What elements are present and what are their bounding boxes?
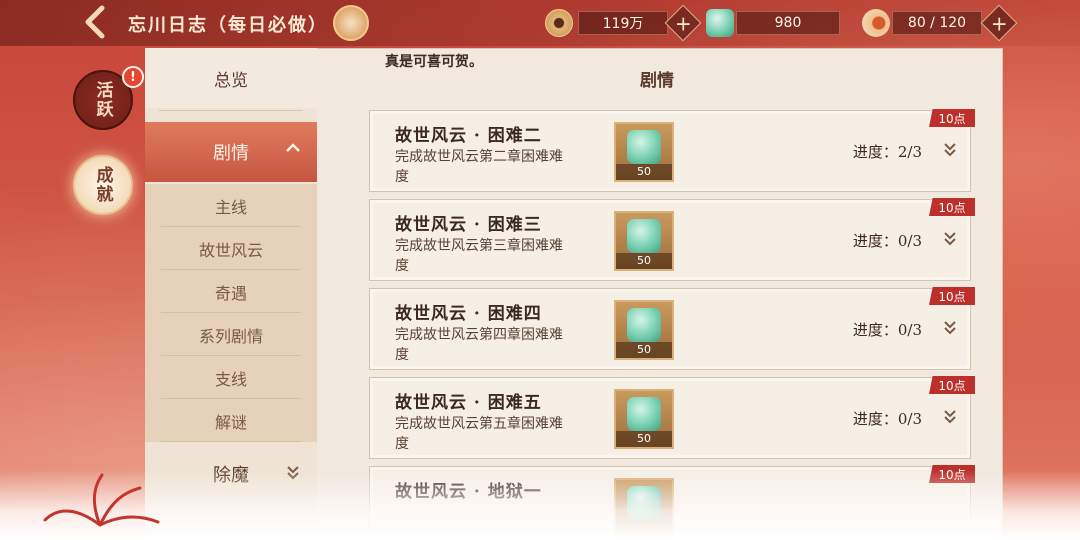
coin-icon [545, 9, 573, 37]
quest-progress: 进度：2/3 [852, 143, 922, 161]
section-title: 剧情 [640, 71, 674, 91]
points-badge: 10点 [929, 109, 975, 127]
double-chevron-down-icon[interactable] [942, 230, 958, 246]
quest-card[interactable]: 故世风云 · 困难二 完成故世风云第二章困难难度 50 进度：2/3 10点 [369, 109, 975, 192]
quest-description: 完成故世风云第五章困难难度 [395, 416, 563, 452]
double-chevron-down-icon[interactable] [942, 408, 958, 424]
double-chevron-down-icon[interactable] [942, 319, 958, 335]
nav-story[interactable]: 剧情 [145, 122, 317, 182]
lotus-decoration-icon [43, 473, 160, 527]
page-title: 忘川日志（每日必做） [128, 15, 328, 36]
quest-card[interactable]: 故世风云 · 困难五 完成故世风云第五章困难难度 50 进度：0/3 10点 [369, 376, 975, 459]
category-sidebar: 总览 剧情 主线 故世风云 奇遇 系列剧情 支线 解谜 除魔 [145, 48, 317, 540]
points-badge: 10点 [929, 376, 975, 394]
banner-text: 真是可喜可贺。 [385, 54, 483, 70]
jade-icon [706, 9, 734, 37]
reward-count: 50 [616, 342, 672, 358]
nav-exorcise[interactable]: 除魔 [145, 446, 317, 502]
quest-title: 故世风云 · 地狱一 [395, 482, 542, 502]
reward-count: 50 [616, 431, 672, 447]
quest-card[interactable]: 故世风云 · 困难四 完成故世风云第四章困难难度 50 进度：0/3 10点 [369, 287, 975, 370]
divider [159, 110, 303, 111]
reward-item[interactable]: 50 [614, 122, 674, 182]
jade-icon [627, 397, 661, 431]
tab-achievement[interactable]: 成就 [73, 155, 133, 215]
points-badge: 10点 [929, 287, 975, 305]
quest-title: 故世风云 · 困难三 [395, 215, 542, 235]
subnav-side[interactable]: 支线 [145, 356, 317, 399]
currency-value: 119万 [578, 11, 668, 35]
double-chevron-down-icon [287, 466, 299, 480]
back-arrow-icon [85, 5, 105, 39]
stamina-value: 80 / 120 [892, 11, 982, 35]
quest-progress: 进度：0/3 [852, 321, 922, 339]
jade-icon [627, 308, 661, 342]
stamina-icon [862, 9, 890, 37]
chevron-up-icon [286, 143, 300, 152]
reward-item[interactable]: 50 [614, 300, 674, 360]
reward-item[interactable] [614, 478, 674, 538]
nav-story-label: 剧情 [213, 143, 249, 164]
quest-description: 完成故世风云第四章困难难度 [395, 327, 563, 363]
gift-icon[interactable] [333, 5, 369, 41]
double-chevron-down-icon[interactable] [942, 141, 958, 157]
subnav-encounter[interactable]: 奇遇 [145, 270, 317, 313]
subnav-main[interactable]: 主线 [145, 184, 317, 227]
alert-badge: ! [122, 66, 144, 88]
jade-icon [627, 486, 661, 520]
points-badge: 10点 [929, 198, 975, 216]
reward-item[interactable]: 50 [614, 211, 674, 271]
quest-card[interactable]: 故世风云 · 地狱一 10点 [369, 465, 975, 540]
subnav-gushifengyun[interactable]: 故世风云 [145, 227, 317, 270]
quest-title: 故世风云 · 困难四 [395, 304, 542, 324]
back-button[interactable] [78, 2, 112, 42]
subnav-series[interactable]: 系列剧情 [145, 313, 317, 356]
quest-card[interactable]: 故世风云 · 困难三 完成故世风云第三章困难难度 50 进度：0/3 10点 [369, 198, 975, 281]
nav-overview[interactable]: 总览 [145, 48, 317, 108]
quest-description: 完成故世风云第三章困难难度 [395, 238, 563, 274]
quest-description: 完成故世风云第二章困难难度 [395, 149, 563, 185]
subnav-puzzle[interactable]: 解谜 [145, 399, 317, 442]
quest-title: 故世风云 · 困难五 [395, 393, 542, 413]
nav-exorcise-label: 除魔 [213, 465, 249, 486]
quest-progress: 进度：0/3 [852, 232, 922, 250]
reward-item[interactable]: 50 [614, 389, 674, 449]
quest-title: 故世风云 · 困难二 [395, 126, 542, 146]
jade-icon [627, 130, 661, 164]
reward-count: 50 [616, 253, 672, 269]
jade-value: 980 [736, 11, 840, 35]
quest-progress: 进度：0/3 [852, 410, 922, 428]
reward-count: 50 [616, 164, 672, 180]
points-badge: 10点 [929, 465, 975, 483]
jade-icon [627, 219, 661, 253]
